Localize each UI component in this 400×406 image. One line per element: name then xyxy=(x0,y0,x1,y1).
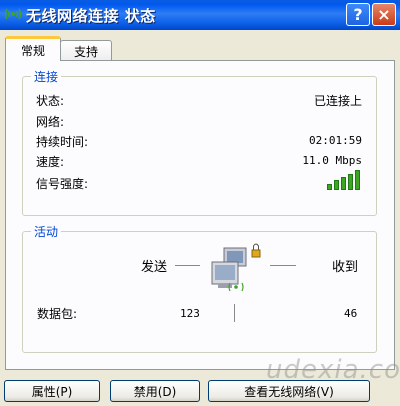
window-title: 无线网络连接 状态 xyxy=(26,7,156,25)
disable-button[interactable]: 禁用(D) xyxy=(110,380,200,402)
tab-panel xyxy=(5,60,395,370)
title-bar[interactable]: 无线网络连接 状态 ? × xyxy=(0,0,400,30)
watermark-logo: udexia.com xyxy=(266,355,400,385)
properties-button[interactable]: 属性(P) xyxy=(4,380,100,402)
tab-support[interactable]: 支持 xyxy=(60,40,112,62)
wireless-network-icon xyxy=(4,8,22,20)
tab-general[interactable]: 常规 xyxy=(5,36,61,61)
help-button[interactable]: ? xyxy=(346,3,370,26)
close-button[interactable]: × xyxy=(372,3,396,26)
